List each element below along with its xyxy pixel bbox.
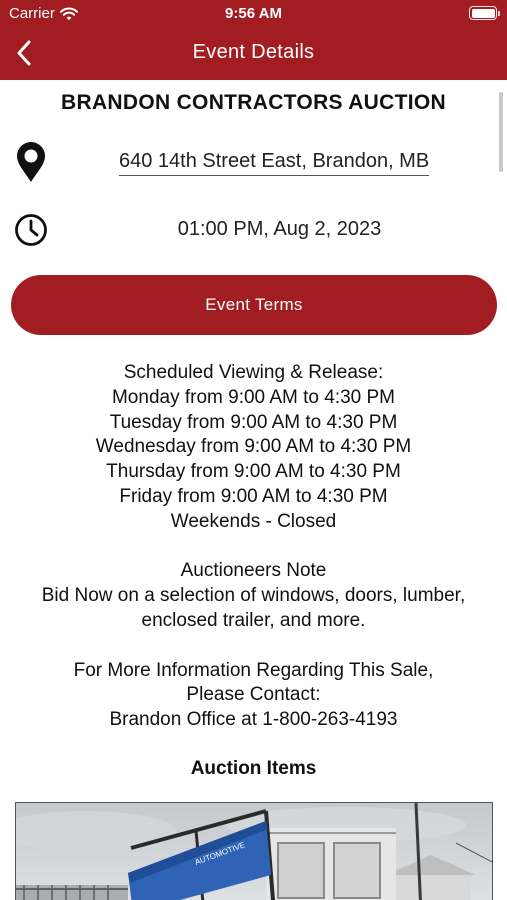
viewing-heading: Scheduled Viewing & Release: <box>123 362 384 383</box>
schedule-line: Thursday from 9:00 AM to 4:30 PM <box>106 461 401 483</box>
note-line: enclosed trailer, and more. <box>141 609 366 631</box>
note-heading: Auctioneers Note <box>180 560 327 582</box>
event-description: Scheduled Viewing & Release: Monday from… <box>0 361 507 733</box>
auction-item-image[interactable]: AUTOMOTIVE <box>15 802 493 900</box>
event-datetime: 01:00 PM, Aug 2, 2023 <box>177 218 382 240</box>
contact-line: For More Information Regarding This Sale… <box>73 659 434 681</box>
note-line: Bid Now on a selection of windows, doors… <box>41 585 466 607</box>
app-header: Carrier 9:56 AM Event Details <box>0 0 507 80</box>
battery-icon <box>469 6 500 20</box>
schedule-line: Wednesday from 9:00 AM to 4:30 PM <box>95 436 412 458</box>
trailer-photo: AUTOMOTIVE <box>16 803 492 900</box>
schedule-line: Friday from 9:00 AM to 4:30 PM <box>119 485 388 507</box>
event-terms-button[interactable]: Event Terms <box>11 275 497 335</box>
event-details-scroll[interactable]: BRANDON CONTRACTORS AUCTION 640 14th Str… <box>0 80 507 900</box>
event-address-link[interactable]: 640 14th Street East, Brandon, MB <box>119 150 430 176</box>
auction-title: BRANDON CONTRACTORS AUCTION <box>61 91 446 114</box>
status-time: 9:56 AM <box>225 5 282 22</box>
contact-line: Brandon Office at 1-800-263-4193 <box>109 709 398 731</box>
page-title: Event Details <box>192 41 315 63</box>
status-bar: Carrier 9:56 AM <box>0 0 507 28</box>
contact-line: Please Contact: <box>186 684 321 706</box>
schedule-line: Tuesday from 9:00 AM to 4:30 PM <box>109 411 398 433</box>
schedule-line: Monday from 9:00 AM to 4:30 PM <box>111 386 396 408</box>
map-pin-icon <box>17 142 45 182</box>
schedule-line: Weekends - Closed <box>170 510 337 532</box>
auction-items-heading: Auction Items <box>190 758 317 779</box>
